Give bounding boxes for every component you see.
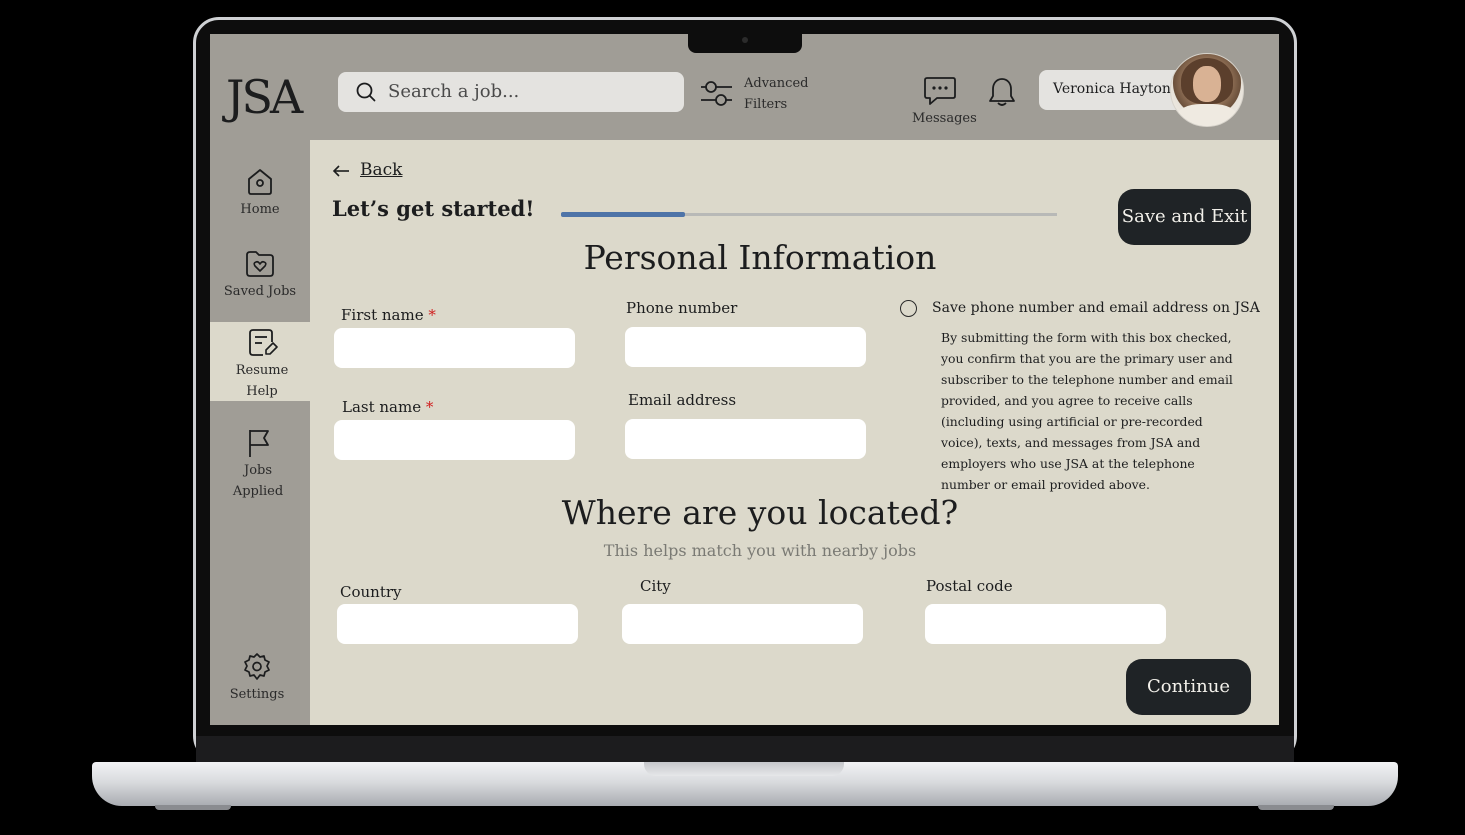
resume-edit-icon — [249, 329, 278, 356]
search-placeholder[interactable]: Search a job... — [388, 81, 519, 102]
city-field[interactable] — [622, 604, 863, 644]
location-heading: Where are you located? — [561, 493, 959, 532]
home-icon — [248, 169, 272, 195]
country-label: Country — [340, 583, 402, 601]
sidebar-item-label-line2: Help — [246, 384, 278, 399]
last-name-field[interactable] — [334, 420, 575, 460]
main-panel: Back Let’s get started! Save and Exit Pe… — [310, 140, 1279, 725]
city-label: City — [640, 577, 671, 595]
sidebar-item-resume-help[interactable]: Resume Help — [212, 328, 312, 402]
save-contact-label[interactable]: Save phone number and email address on J… — [932, 300, 1260, 316]
filter-sliders-icon[interactable] — [699, 78, 733, 108]
laptop-foot-right — [1258, 805, 1334, 810]
jsa-logo[interactable]: JSA — [226, 70, 303, 124]
progress-fill — [561, 212, 685, 217]
last-name-label: Last name * — [342, 398, 433, 416]
save-contact-radio[interactable] — [900, 300, 917, 317]
sidebar-item-jobs-applied[interactable]: Jobs Applied — [210, 428, 308, 502]
country-field[interactable] — [337, 604, 578, 644]
phone-number-field[interactable] — [625, 327, 866, 367]
advanced-filters-line1: Advanced — [744, 76, 809, 91]
user-avatar[interactable] — [1170, 53, 1244, 127]
gear-icon — [244, 653, 270, 680]
notifications-bell-icon[interactable] — [987, 76, 1017, 108]
first-name-label: First name * — [341, 306, 436, 324]
arrow-left-icon — [332, 165, 349, 177]
sidebar-item-home[interactable]: Home — [210, 167, 310, 220]
messages-label[interactable]: Messages — [912, 111, 977, 126]
laptop-foot-left — [155, 805, 231, 810]
sidebar-item-label: Settings — [229, 687, 285, 702]
advanced-filters-line2: Filters — [744, 97, 788, 112]
email-address-label: Email address — [628, 391, 737, 409]
phone-number-label: Phone number — [626, 299, 738, 317]
email-address-field[interactable] — [625, 419, 866, 459]
sidebar-item-label-line1: Jobs — [243, 463, 273, 478]
laptop-opening-notch — [644, 762, 844, 776]
required-mark: * — [428, 306, 436, 324]
user-name: Veronica Hayton — [1053, 81, 1171, 97]
consent-disclaimer: By submitting the form with this box che… — [941, 330, 1233, 492]
progress-bar — [561, 212, 1057, 217]
camera-notch — [688, 34, 802, 53]
sidebar-item-settings[interactable]: Settings — [210, 652, 307, 705]
sidebar-item-label: Home — [240, 202, 280, 217]
first-name-label-text: First name — [341, 306, 424, 324]
page-title: Let’s get started! — [332, 196, 535, 221]
app-screen: JSA Search a job... Advanced Filters Mes… — [210, 34, 1279, 725]
back-label: Back — [360, 160, 403, 180]
last-name-label-text: Last name — [342, 398, 422, 416]
advanced-filters-button[interactable]: Advanced Filters — [744, 73, 808, 115]
location-subheading: This helps match you with nearby jobs — [603, 541, 917, 560]
sidebar-item-label-line2: Applied — [232, 484, 284, 499]
personal-information-heading: Personal Information — [583, 238, 937, 277]
required-mark: * — [425, 398, 434, 416]
save-and-exit-button[interactable]: Save and Exit — [1118, 189, 1251, 245]
sidebar-item-label-line1: Resume — [235, 363, 289, 378]
sidebar-item-label: Saved Jobs — [223, 284, 297, 299]
camera-dot — [742, 37, 748, 43]
sidebar-item-saved-jobs[interactable]: Saved Jobs — [210, 249, 310, 302]
flag-icon — [249, 430, 269, 457]
continue-button[interactable]: Continue — [1126, 659, 1251, 715]
messages-icon[interactable] — [923, 75, 957, 107]
postal-code-label: Postal code — [926, 577, 1013, 595]
search-icon — [356, 82, 376, 102]
search-bar[interactable]: Search a job... — [338, 72, 684, 112]
folder-heart-icon — [246, 251, 274, 277]
postal-code-field[interactable] — [925, 604, 1166, 644]
first-name-field[interactable] — [334, 328, 575, 368]
laptop-hinge — [196, 736, 1294, 764]
